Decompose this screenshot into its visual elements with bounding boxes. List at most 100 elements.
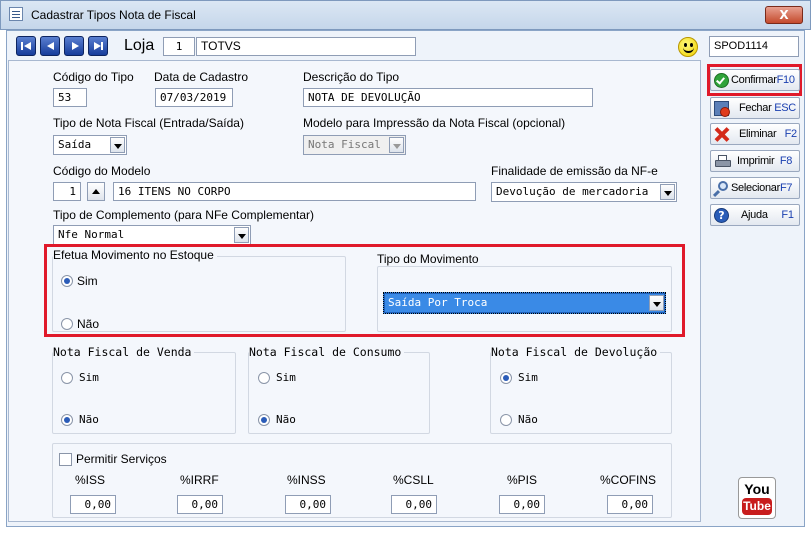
irrf-field[interactable]: 0,00: [177, 495, 223, 514]
tipo-nota-select[interactable]: Saída: [53, 135, 127, 155]
devolucao-sim-label: Sim: [518, 371, 538, 384]
chevron-down-icon: [389, 137, 404, 153]
imprimir-label: Imprimir: [737, 155, 775, 167]
modelo-impressao-select: Nota Fiscal: [303, 135, 406, 155]
pis-label: %PIS: [507, 473, 538, 487]
first-record-button[interactable]: [16, 36, 36, 56]
modelo-impressao-label: Modelo para Impressão da Nota Fiscal (op…: [303, 116, 566, 130]
selecionar-label: Selecionar: [731, 182, 780, 194]
venda-sim-label: Sim: [79, 371, 99, 384]
window-icon: [9, 7, 23, 21]
estoque-group-label: Efetua Movimento no Estoque: [53, 248, 217, 262]
check-icon: [714, 73, 729, 88]
chevron-down-icon[interactable]: [660, 184, 675, 200]
pis-field[interactable]: 0,00: [499, 495, 545, 514]
youtube-bottom-text: Tube: [742, 498, 772, 515]
fechar-button[interactable]: Fechar ESC: [710, 97, 800, 119]
ajuda-label: Ajuda: [741, 209, 768, 221]
modelo-impressao-value: Nota Fiscal: [308, 138, 381, 151]
data-cadastro-field[interactable]: 07/03/2019: [155, 88, 233, 107]
consumo-sim-label: Sim: [276, 371, 296, 384]
chevron-down-icon[interactable]: [234, 227, 249, 243]
modelo-desc-field[interactable]: 16 ITENS NO CORPO: [113, 182, 476, 201]
window-title: Cadastrar Tipos Nota de Fiscal: [31, 8, 196, 22]
devolucao-nao-radio[interactable]: [500, 414, 512, 426]
finalidade-label: Finalidade de emissão da NF-e: [491, 164, 658, 178]
venda-nao-label: Não: [79, 413, 99, 426]
finalidade-value: Devolução de mercadoria: [496, 185, 649, 198]
next-record-button[interactable]: [64, 36, 84, 56]
imprimir-button[interactable]: Imprimir F8: [710, 150, 800, 172]
loja-label: Loja: [124, 37, 155, 54]
codigo-modelo-field[interactable]: 1: [53, 182, 81, 201]
movimento-label: Tipo do Movimento: [377, 252, 479, 266]
eliminar-key: F2: [784, 128, 798, 140]
consumo-group-label: Nota Fiscal de Consumo: [249, 345, 405, 359]
tipo-nota-label: Tipo de Nota Fiscal (Entrada/Saída): [53, 116, 244, 130]
chevron-down-icon[interactable]: [110, 137, 125, 153]
consumo-nao-label: Não: [276, 413, 296, 426]
tipo-complemento-value: Nfe Normal: [58, 228, 125, 241]
inss-field[interactable]: 0,00: [285, 495, 331, 514]
csll-label: %CSLL: [393, 473, 434, 487]
movimento-value: Saída Por Troca: [388, 296, 488, 309]
venda-group-label: Nota Fiscal de Venda: [53, 345, 195, 359]
last-record-button[interactable]: [88, 36, 108, 56]
close-button[interactable]: X: [765, 6, 803, 24]
close-door-icon: [714, 101, 730, 117]
cofins-label: %COFINS: [600, 473, 657, 487]
movimento-select[interactable]: Saída Por Troca: [383, 292, 666, 314]
estoque-sim-label: Sim: [77, 274, 98, 288]
confirmar-label: Confirmar: [731, 74, 777, 86]
devolucao-sim-radio[interactable]: [500, 372, 512, 384]
help-icon: ?: [714, 208, 729, 223]
consumo-sim-radio[interactable]: [258, 372, 270, 384]
estoque-nao-radio[interactable]: [61, 318, 73, 330]
permitir-servicos-checkbox[interactable]: [59, 453, 72, 466]
inss-label: %INSS: [287, 473, 326, 487]
fechar-label: Fechar: [739, 102, 772, 114]
ajuda-button[interactable]: ? Ajuda F1: [710, 204, 800, 226]
iss-field[interactable]: 0,00: [70, 495, 116, 514]
estoque-nao-label: Não: [77, 317, 100, 331]
confirmar-key: F10: [776, 74, 795, 86]
title-bar: Cadastrar Tipos Nota de Fiscal X: [0, 0, 811, 30]
previous-record-button[interactable]: [40, 36, 60, 56]
chevron-down-icon[interactable]: [649, 295, 664, 311]
venda-sim-radio[interactable]: [61, 372, 73, 384]
confirmar-button[interactable]: ConfirmarF10: [710, 69, 800, 91]
user-code-field[interactable]: SPOD1114: [709, 36, 799, 57]
venda-nao-radio[interactable]: [61, 414, 73, 426]
magnifier-icon: [712, 181, 729, 198]
iss-label: %ISS: [75, 473, 106, 487]
youtube-top-text: You: [744, 481, 770, 497]
youtube-icon[interactable]: You Tube: [738, 477, 776, 519]
printer-icon: [714, 154, 731, 169]
tipo-complemento-label: Tipo de Complemento (para NFe Complement…: [53, 208, 314, 222]
descricao-label: Descrição do Tipo: [303, 70, 400, 84]
tipo-complemento-select[interactable]: Nfe Normal: [53, 225, 251, 245]
devolucao-nao-label: Não: [518, 413, 538, 426]
tipo-nota-value: Saída: [58, 138, 92, 151]
loja-number-field[interactable]: 1: [163, 37, 195, 56]
consumo-nao-radio[interactable]: [258, 414, 270, 426]
codigo-tipo-label: Código do Tipo: [53, 70, 134, 84]
eliminar-button[interactable]: Eliminar F2: [710, 123, 800, 145]
permitir-servicos-label: Permitir Serviços: [76, 452, 167, 466]
delete-x-icon: [714, 127, 730, 142]
cofins-field[interactable]: 0,00: [607, 495, 653, 514]
codigo-tipo-field[interactable]: 53: [53, 88, 87, 107]
smiley-icon[interactable]: [678, 37, 698, 57]
csll-field[interactable]: 0,00: [391, 495, 437, 514]
imprimir-key: F8: [779, 155, 793, 167]
eliminar-label: Eliminar: [739, 128, 777, 140]
arrow-up-icon[interactable]: [87, 182, 105, 201]
loja-name-field[interactable]: TOTVS: [196, 37, 416, 56]
finalidade-select[interactable]: Devolução de mercadoria: [491, 182, 677, 202]
descricao-field[interactable]: NOTA DE DEVOLUÇÃO: [303, 88, 593, 107]
selecionar-key: F7: [779, 182, 793, 194]
codigo-modelo-label: Código do Modelo: [53, 164, 151, 178]
selecionar-button[interactable]: SelecionarF7: [710, 177, 800, 199]
devolucao-group-label: Nota Fiscal de Devolução: [491, 345, 661, 359]
estoque-sim-radio[interactable]: [61, 275, 73, 287]
